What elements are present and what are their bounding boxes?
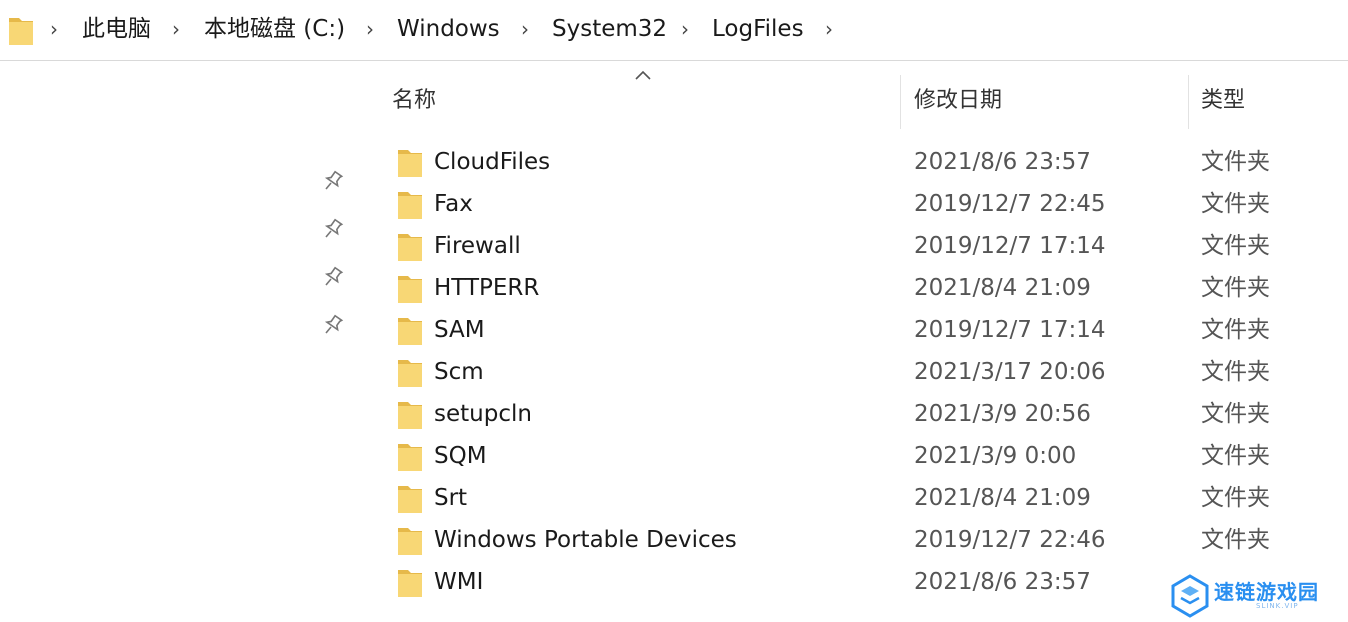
sort-up-icon (635, 70, 651, 80)
file-date-modified: 2021/8/6 23:57 (914, 569, 1091, 595)
file-type: 文件夹 (1201, 485, 1270, 511)
list-item[interactable]: Windows Portable Devices 2019/12/7 22:46… (356, 520, 1348, 562)
list-item[interactable]: Fax 2019/12/7 22:45 文件夹 (356, 184, 1348, 226)
file-date-modified: 2019/12/7 22:46 (914, 527, 1106, 553)
column-header-row: 名称 修改日期 类型 (356, 61, 1348, 131)
file-name: Firewall (434, 233, 521, 259)
column-divider[interactable] (900, 75, 901, 129)
navigation-pane (0, 61, 356, 622)
column-divider[interactable] (1188, 75, 1189, 129)
file-name: Srt (434, 485, 468, 511)
file-type: 文件夹 (1201, 443, 1270, 469)
file-date-modified: 2021/8/6 23:57 (914, 149, 1091, 175)
list-item[interactable]: Scm 2021/3/17 20:06 文件夹 (356, 352, 1348, 394)
column-header-type[interactable]: 类型 (1201, 85, 1245, 117)
pin-icon[interactable] (322, 169, 344, 191)
cube-logo-icon (1171, 574, 1209, 618)
file-type: 文件夹 (1201, 317, 1270, 343)
pin-icon[interactable] (322, 265, 344, 287)
file-date-modified: 2019/12/7 22:45 (914, 191, 1106, 217)
file-date-modified: 2021/3/17 20:06 (914, 359, 1106, 385)
folder-icon (398, 402, 422, 429)
watermark: 速链游戏园 SLINK.VIP (1148, 566, 1348, 622)
pin-icon[interactable] (322, 313, 344, 335)
chevron-right-icon[interactable]: › (50, 14, 58, 44)
file-name: SAM (434, 317, 485, 343)
file-date-modified: 2021/3/9 0:00 (914, 443, 1077, 469)
folder-icon (398, 276, 422, 303)
list-item[interactable]: Srt 2021/8/4 21:09 文件夹 (356, 478, 1348, 520)
address-bar[interactable]: › 此电脑 › 本地磁盘 (C:) › Windows › System32 ›… (0, 0, 1348, 61)
watermark-subtext: SLINK.VIP (1256, 602, 1299, 610)
list-item[interactable]: SAM 2019/12/7 17:14 文件夹 (356, 310, 1348, 352)
list-item[interactable]: HTTPERR 2021/8/4 21:09 文件夹 (356, 268, 1348, 310)
chevron-right-icon[interactable]: › (825, 14, 833, 44)
chevron-right-icon[interactable]: › (172, 14, 180, 44)
file-date-modified: 2019/12/7 17:14 (914, 233, 1106, 259)
list-item[interactable]: CloudFiles 2021/8/6 23:57 文件夹 (356, 142, 1348, 184)
breadcrumb-this-pc[interactable]: 此电脑 (82, 14, 151, 44)
watermark-text: 速链游戏园 (1214, 580, 1319, 604)
list-item[interactable]: SQM 2021/3/9 0:00 文件夹 (356, 436, 1348, 478)
file-type: 文件夹 (1201, 401, 1270, 427)
file-name: HTTPERR (434, 275, 540, 301)
column-header-date-modified[interactable]: 修改日期 (914, 85, 1002, 117)
file-type: 文件夹 (1201, 191, 1270, 217)
file-date-modified: 2021/8/4 21:09 (914, 275, 1091, 301)
file-type: 文件夹 (1201, 275, 1270, 301)
file-name: Windows Portable Devices (434, 527, 737, 553)
file-date-modified: 2021/3/9 20:56 (914, 401, 1091, 427)
chevron-right-icon[interactable]: › (521, 14, 529, 44)
breadcrumb-windows[interactable]: Windows (397, 14, 500, 44)
file-type: 文件夹 (1201, 149, 1270, 175)
file-name: CloudFiles (434, 149, 551, 175)
breadcrumb-local-disk[interactable]: 本地磁盘 (C:) (204, 14, 345, 44)
file-name: Scm (434, 359, 484, 385)
file-type: 文件夹 (1201, 233, 1270, 259)
folder-icon (398, 150, 422, 177)
folder-icon (398, 192, 422, 219)
folder-icon (398, 360, 422, 387)
file-date-modified: 2019/12/7 17:14 (914, 317, 1106, 343)
folder-icon (398, 528, 422, 555)
chevron-right-icon[interactable]: › (366, 14, 374, 44)
file-date-modified: 2021/8/4 21:09 (914, 485, 1091, 511)
folder-icon (398, 570, 422, 597)
folder-icon (398, 444, 422, 471)
pin-icon[interactable] (322, 217, 344, 239)
list-item[interactable]: Firewall 2019/12/7 17:14 文件夹 (356, 226, 1348, 268)
column-header-name[interactable]: 名称 (392, 85, 436, 117)
list-item[interactable]: setupcln 2021/3/9 20:56 文件夹 (356, 394, 1348, 436)
file-type: 文件夹 (1201, 359, 1270, 385)
file-name: setupcln (434, 401, 532, 427)
folder-icon (9, 18, 33, 45)
folder-icon (398, 318, 422, 345)
file-name: WMI (434, 569, 484, 595)
breadcrumb-system32[interactable]: System32 (552, 14, 667, 44)
folder-icon (398, 486, 422, 513)
file-name: Fax (434, 191, 473, 217)
file-type: 文件夹 (1201, 527, 1270, 553)
chevron-right-icon[interactable]: › (681, 14, 689, 44)
breadcrumb-logfiles[interactable]: LogFiles (712, 14, 804, 44)
file-name: SQM (434, 443, 487, 469)
folder-icon (398, 234, 422, 261)
